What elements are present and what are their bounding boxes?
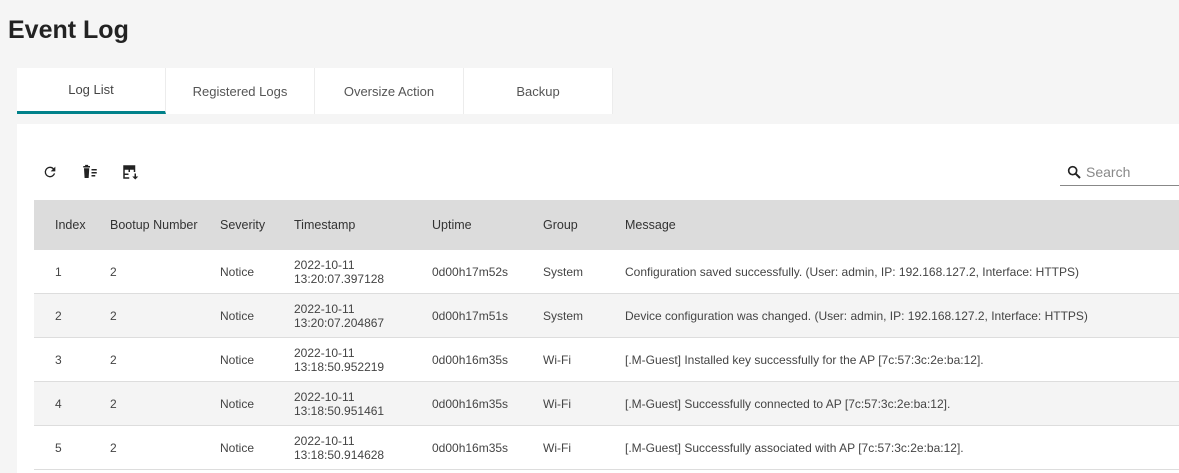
cell-severity: Notice	[220, 352, 255, 367]
search-icon	[1067, 165, 1081, 179]
cell-message: [.M-Guest] Successfully connected to AP …	[625, 396, 951, 411]
column-header-index[interactable]: Index	[55, 218, 86, 232]
refresh-button[interactable]	[40, 162, 60, 182]
cell-group: System	[543, 264, 584, 279]
timestamp-date: 2022-10-11	[294, 301, 355, 316]
cell-uptime: 0d00h16m35s	[432, 352, 509, 367]
cell-group: Wi-Fi	[543, 440, 571, 455]
cell-severity: Notice	[220, 440, 255, 455]
cell-index: 3	[55, 352, 62, 367]
tab-bar: Log List Registered Logs Oversize Action…	[17, 68, 613, 114]
tab-backup[interactable]: Backup	[464, 68, 613, 114]
cell-uptime: 0d00h16m35s	[432, 396, 509, 411]
tab-log-list[interactable]: Log List	[17, 68, 166, 114]
tab-oversize-action[interactable]: Oversize Action	[315, 68, 464, 114]
table-row[interactable]: 2 2 Notice 2022-10-11 13:20:07.204867 0d0…	[34, 294, 1179, 338]
cell-message: [.M-Guest] Successfully associated with …	[625, 440, 964, 455]
table-row[interactable]: 5 2 Notice 2022-10-11 13:18:50.914628 0d0…	[34, 426, 1179, 470]
cell-index: 5	[55, 440, 62, 455]
timestamp-time: 13:20:07.204867	[294, 315, 385, 330]
refresh-icon	[44, 166, 56, 178]
cell-uptime: 0d00h16m35s	[432, 440, 509, 455]
cell-uptime: 0d00h17m52s	[432, 264, 509, 279]
cell-index: 1	[55, 264, 62, 279]
cell-message: Device configuration was changed. (User:…	[625, 308, 1088, 323]
cell-message: Configuration saved successfully. (User:…	[625, 264, 1079, 279]
column-header-group[interactable]: Group	[543, 218, 578, 232]
cell-severity: Notice	[220, 396, 255, 411]
timestamp-date: 2022-10-11	[294, 345, 355, 360]
tab-registered-logs[interactable]: Registered Logs	[166, 68, 315, 114]
cell-timestamp: 2022-10-11 13:18:50.951461	[294, 390, 384, 418]
cell-uptime: 0d00h17m51s	[432, 308, 509, 323]
timestamp-time: 13:20:07.397128	[294, 271, 385, 286]
timestamp-date: 2022-10-11	[294, 433, 355, 448]
cell-bootup-number: 2	[110, 264, 117, 279]
cell-timestamp: 2022-10-11 13:20:07.204867	[294, 302, 384, 330]
cell-timestamp: 2022-10-11 13:20:07.397128	[294, 258, 384, 286]
event-log-table: Index Bootup Number Severity Timestamp U…	[34, 200, 1179, 470]
timestamp-time: 13:18:50.914628	[294, 447, 385, 462]
timestamp-date: 2022-10-11	[294, 389, 355, 404]
toolbar	[40, 160, 140, 184]
page-title: Event Log	[8, 16, 129, 44]
clear-log-icon	[83, 164, 97, 178]
search-input[interactable]	[1086, 163, 1176, 180]
cell-bootup-number: 2	[110, 440, 117, 455]
cell-bootup-number: 2	[110, 308, 117, 323]
cell-index: 4	[55, 396, 62, 411]
cell-message: [.M-Guest] Installed key successfully fo…	[625, 352, 984, 367]
search-box	[1060, 158, 1179, 186]
cell-bootup-number: 2	[110, 352, 117, 367]
export-table-icon	[123, 165, 139, 180]
column-header-bootup-number[interactable]: Bootup Number	[110, 218, 198, 232]
cell-group: System	[543, 308, 584, 323]
cell-severity: Notice	[220, 264, 255, 279]
table-row[interactable]: 1 2 Notice 2022-10-11 13:20:07.397128 0d0…	[34, 250, 1179, 294]
cell-index: 2	[55, 308, 62, 323]
cell-group: Wi-Fi	[543, 352, 571, 367]
table-row[interactable]: 4 2 Notice 2022-10-11 13:18:50.951461 0d0…	[34, 382, 1179, 426]
column-header-severity[interactable]: Severity	[220, 218, 265, 232]
column-header-timestamp[interactable]: Timestamp	[294, 218, 355, 232]
table-header: Index Bootup Number Severity Timestamp U…	[34, 200, 1179, 250]
cell-group: Wi-Fi	[543, 396, 571, 411]
clear-log-button[interactable]	[80, 162, 100, 182]
cell-timestamp: 2022-10-11 13:18:50.914628	[294, 434, 384, 462]
timestamp-date: 2022-10-11	[294, 257, 355, 272]
cell-severity: Notice	[220, 308, 255, 323]
timestamp-time: 13:18:50.952219	[294, 359, 385, 374]
cell-bootup-number: 2	[110, 396, 117, 411]
cell-timestamp: 2022-10-11 13:18:50.952219	[294, 346, 384, 374]
table-row[interactable]: 3 2 Notice 2022-10-11 13:18:50.952219 0d0…	[34, 338, 1179, 382]
export-table-button[interactable]	[120, 162, 140, 182]
timestamp-time: 13:18:50.951461	[294, 403, 385, 418]
column-header-message[interactable]: Message	[625, 218, 1095, 232]
column-header-uptime[interactable]: Uptime	[432, 218, 472, 232]
